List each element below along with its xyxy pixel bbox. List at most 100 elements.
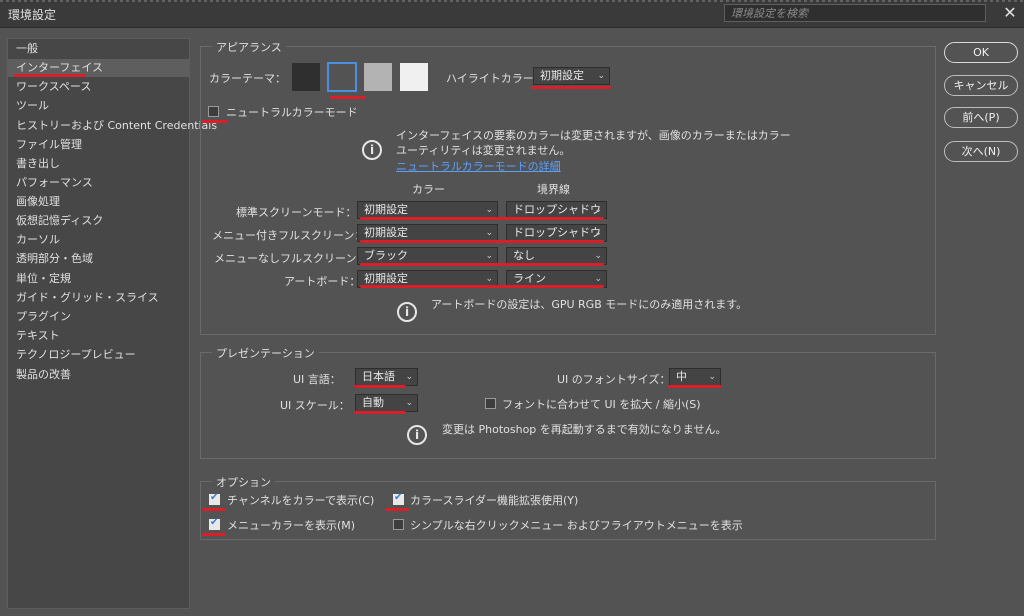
search-input[interactable]: 環境設定を検索	[724, 4, 986, 22]
sidebar-item-plugins[interactable]: プラグイン	[8, 308, 189, 326]
chevron-down-icon: ⌄	[485, 205, 493, 215]
neutral-mode-link[interactable]: ニュートラルカラーモードの詳細	[396, 158, 561, 174]
ui-scale-select[interactable]: 自動 ⌄	[355, 394, 418, 412]
ui-font-size-value: 中	[676, 370, 687, 383]
ui-font-size-label: UI のフォントサイズ：	[557, 373, 671, 386]
next-button[interactable]: 次へ(N)	[944, 141, 1018, 162]
chevron-down-icon: ⌄	[594, 228, 602, 238]
red-underline-row1	[360, 217, 604, 220]
highlight-color-select[interactable]: 初期設定 ⌄	[533, 67, 610, 85]
ui-language-select[interactable]: 日本語 ⌄	[355, 368, 418, 386]
chevron-down-icon: ⌄	[708, 372, 716, 382]
red-underline-theme	[330, 96, 366, 99]
options-legend: オプション	[212, 474, 275, 490]
info-icon: i	[362, 140, 382, 160]
window-title: 環境設定	[8, 8, 57, 22]
fullscreen-menu-color-value: 初期設定	[364, 226, 408, 239]
ui-language-label: UI 言語：	[293, 373, 341, 386]
close-icon[interactable]: ✕	[1000, 4, 1020, 22]
appearance-legend: アピアランス	[212, 39, 286, 55]
red-underline-neutral	[202, 120, 228, 123]
sidebar-item-product-improvement[interactable]: 製品の改善	[8, 366, 189, 384]
info-icon: i	[397, 302, 417, 322]
standard-border-value: ドロップシャドウ	[513, 203, 601, 216]
fullscreen-border-value: なし	[513, 249, 535, 262]
red-underline-slider	[385, 508, 409, 511]
row-label-artboard: アートボード：	[284, 275, 361, 288]
chevron-down-icon: ⌄	[405, 398, 413, 408]
chevron-down-icon: ⌄	[405, 372, 413, 382]
color-slider-label: カラースライダー機能拡張使用(Y)	[410, 494, 579, 507]
prev-button[interactable]: 前へ(P)	[944, 107, 1018, 128]
red-underline-menu-colors	[202, 533, 226, 536]
standard-color-value: 初期設定	[364, 203, 408, 216]
sidebar-item-performance[interactable]: パフォーマンス	[8, 174, 189, 192]
menu-colors-label: メニューカラーを表示(M)	[227, 519, 356, 532]
column-header-border: 境界線	[537, 183, 570, 196]
info-icon: i	[407, 425, 427, 445]
sidebar-item-scratch-disks[interactable]: 仮想記憶ディスク	[8, 212, 189, 230]
red-underline-highlight	[531, 86, 611, 89]
sidebar-item-general[interactable]: 一般	[8, 40, 189, 58]
sidebar-item-type[interactable]: テキスト	[8, 327, 189, 345]
sidebar-item-image-processing[interactable]: 画像処理	[8, 193, 189, 211]
chevron-down-icon: ⌄	[485, 251, 493, 261]
sidebar-item-units[interactable]: 単位・定規	[8, 270, 189, 288]
neutral-mode-label: ニュートラルカラーモード	[226, 106, 358, 119]
chevron-down-icon: ⌄	[485, 228, 493, 238]
show-channels-label: チャンネルをカラーで表示(C)	[227, 494, 375, 507]
red-underline-row3	[360, 263, 604, 266]
sidebar-item-cursors[interactable]: カーソル	[8, 231, 189, 249]
chevron-down-icon: ⌄	[594, 205, 602, 215]
chevron-down-icon: ⌄	[597, 71, 605, 81]
menu-colors-checkbox[interactable]	[209, 517, 220, 530]
color-theme-label: カラーテーマ：	[209, 72, 286, 85]
sidebar-item-transparency[interactable]: 透明部分・色域	[8, 250, 189, 268]
sidebar-item-history[interactable]: ヒストリーおよび Content Credentials	[8, 117, 217, 135]
row-label-fullscreen-menu: メニュー付きフルスクリーン：	[212, 229, 366, 242]
highlight-color-value: 初期設定	[540, 69, 584, 82]
row-label-standard: 標準スクリーンモード：	[236, 206, 357, 219]
ui-font-size-select[interactable]: 中 ⌄	[669, 368, 721, 386]
artboard-info-text: アートボードの設定は、GPU RGB モードにのみ適用されます。	[431, 298, 748, 311]
row-label-fullscreen: メニューなしフルスクリーン：	[214, 252, 368, 265]
sidebar-item-guides[interactable]: ガイド・グリッド・スライス	[8, 289, 189, 307]
red-underline-font-size	[668, 385, 722, 388]
ui-language-value: 日本語	[362, 370, 395, 383]
ui-scale-value: 自動	[362, 396, 384, 409]
red-underline-ui-scale	[354, 411, 406, 414]
theme-swatch-medium-dark[interactable]	[327, 62, 357, 92]
simple-menu-label: シンプルな右クリックメニュー およびフライアウトメニューを表示	[410, 519, 743, 532]
title-bar-dashes	[0, 0, 1024, 2]
presentation-legend: プレゼンテーション	[212, 345, 319, 361]
color-slider-checkbox[interactable]	[393, 492, 404, 505]
sidebar-item-tech-preview[interactable]: テクノロジープレビュー	[8, 346, 189, 364]
sidebar-item-export[interactable]: 書き出し	[8, 155, 189, 173]
neutral-info-line2: ユーティリティは変更されません。	[396, 144, 571, 157]
show-channels-checkbox[interactable]	[209, 492, 220, 505]
scale-to-font-checkbox[interactable]	[485, 398, 496, 409]
ui-scale-label: UI スケール：	[280, 399, 350, 412]
artboard-border-value: ライン	[513, 272, 546, 285]
red-underline-interface	[14, 74, 86, 77]
artboard-color-value: 初期設定	[364, 272, 408, 285]
neutral-info-line1: インターフェイスの要素のカラーは変更されますが、画像のカラーまたはカラー	[396, 129, 791, 142]
neutral-mode-checkbox[interactable]	[208, 106, 219, 117]
ok-button[interactable]: OK	[944, 42, 1018, 63]
sidebar-item-file-handling[interactable]: ファイル管理	[8, 136, 189, 154]
sidebar-item-workspace[interactable]: ワークスペース	[8, 78, 189, 96]
restart-info-text: 変更は Photoshop を再起動するまで有効になりません。	[442, 423, 727, 436]
scale-to-font-label: フォントに合わせて UI を拡大 / 縮小(S)	[502, 398, 701, 411]
simple-menu-checkbox[interactable]	[393, 519, 404, 530]
sidebar-item-tools[interactable]: ツール	[8, 97, 189, 115]
column-header-color: カラー	[412, 183, 445, 196]
highlight-color-label: ハイライトカラー：	[446, 72, 545, 85]
theme-swatch-medium-light[interactable]	[364, 63, 392, 91]
red-underline-row2	[360, 240, 604, 243]
red-underline-ui-lang	[354, 385, 406, 388]
fullscreen-menu-border-value: ドロップシャドウ	[513, 226, 601, 239]
theme-swatch-dark[interactable]	[292, 63, 320, 91]
theme-swatch-light[interactable]	[400, 63, 428, 91]
fullscreen-color-value: ブラック	[364, 249, 408, 262]
cancel-button[interactable]: キャンセル	[944, 75, 1018, 96]
